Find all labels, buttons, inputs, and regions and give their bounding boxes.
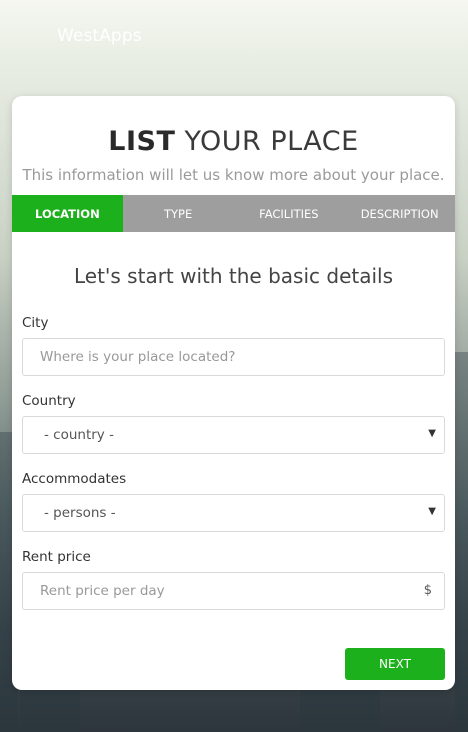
section-title: Let's start with the basic details xyxy=(73,264,394,288)
page-title-bold: LIST xyxy=(108,126,176,157)
page-title: LIST YOUR PLACE xyxy=(12,126,455,158)
wizard-tabs: LOCATION TYPE FACILITIES DESCRIPTION xyxy=(12,195,455,232)
next-button[interactable]: NEXT xyxy=(345,648,445,680)
tab-type[interactable]: TYPE xyxy=(123,195,234,232)
page-subtitle: This information will let us know more a… xyxy=(22,166,445,184)
accommodates-field: Accommodates - persons - ▼ xyxy=(12,471,455,532)
rent-input-box: $ xyxy=(22,572,445,610)
caret-down-icon: ▼ xyxy=(428,506,436,517)
rent-price-input[interactable] xyxy=(23,573,444,609)
accommodates-selected-value: - persons - xyxy=(44,505,116,521)
brand-logo[interactable]: WestApps xyxy=(57,26,142,46)
tab-description[interactable]: DESCRIPTION xyxy=(344,195,455,232)
tab-location[interactable]: LOCATION xyxy=(12,195,123,232)
country-field: Country - country - ▼ xyxy=(12,393,455,454)
currency-suffix: $ xyxy=(423,583,432,598)
country-label: Country xyxy=(22,393,76,409)
page-title-light: YOUR PLACE xyxy=(184,126,359,157)
list-place-card: LIST YOUR PLACE This information will le… xyxy=(12,96,455,690)
caret-down-icon: ▼ xyxy=(428,428,436,439)
tab-facilities[interactable]: FACILITIES xyxy=(234,195,345,232)
city-input[interactable] xyxy=(23,339,444,375)
rent-field: Rent price $ xyxy=(12,549,455,610)
accommodates-select[interactable]: - persons - ▼ xyxy=(22,494,445,532)
rent-label: Rent price xyxy=(22,549,91,565)
city-field: City xyxy=(12,315,455,376)
country-select[interactable]: - country - ▼ xyxy=(22,416,445,454)
city-input-box xyxy=(22,338,445,376)
country-selected-value: - country - xyxy=(44,427,114,443)
city-label: City xyxy=(22,315,49,331)
accommodates-label: Accommodates xyxy=(22,471,127,487)
